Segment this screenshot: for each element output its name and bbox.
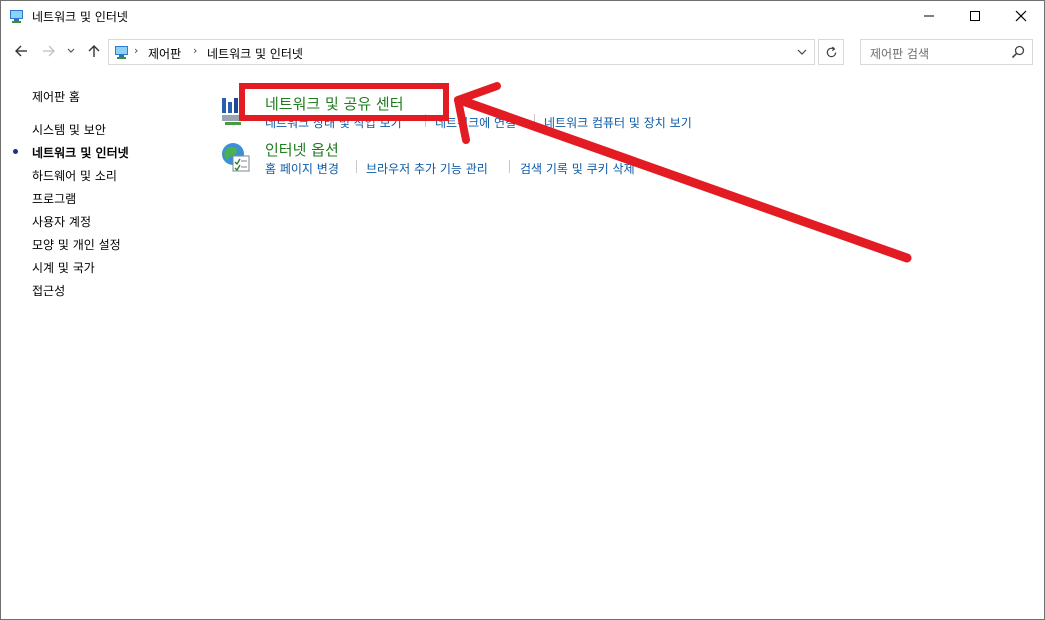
sidebar-item-user-accounts[interactable]: 사용자 계정 bbox=[32, 213, 91, 230]
navigation-bar: › 제어판 › 네트워크 및 인터넷 제어판 검색 bbox=[1, 35, 1044, 67]
sidebar-item-network-internet[interactable]: 네트워크 및 인터넷 bbox=[32, 144, 129, 161]
control-panel-window: 네트워크 및 인터넷 › 제어판 › 네트워크 및 인터넷 제어판 검색 제어판… bbox=[0, 0, 1045, 620]
breadcrumb-network-internet[interactable]: 네트워크 및 인터넷 bbox=[207, 45, 303, 62]
internet-options-icon[interactable] bbox=[219, 140, 253, 174]
address-bar[interactable]: › 제어판 › 네트워크 및 인터넷 bbox=[108, 39, 815, 65]
chevron-down-icon bbox=[67, 48, 75, 53]
maximize-icon bbox=[970, 11, 980, 21]
category-title-internet-options[interactable]: 인터넷 옵션 bbox=[265, 139, 339, 160]
forward-button[interactable] bbox=[40, 42, 58, 60]
close-icon bbox=[1015, 10, 1027, 22]
window-title: 네트워크 및 인터넷 bbox=[32, 10, 128, 24]
chevron-down-icon bbox=[797, 49, 807, 55]
annotation-highlight-box bbox=[239, 83, 449, 121]
close-button[interactable] bbox=[998, 1, 1044, 31]
sidebar-item-ease-of-access[interactable]: 접근성 bbox=[32, 282, 65, 299]
sidebar-item-control-panel-home[interactable]: 제어판 홈 bbox=[32, 88, 80, 105]
search-icon[interactable] bbox=[1011, 45, 1025, 59]
sidebar-item-system-security[interactable]: 시스템 및 보안 bbox=[32, 121, 106, 138]
arrow-right-icon bbox=[43, 45, 55, 57]
sidebar-item-appearance[interactable]: 모양 및 개인 설정 bbox=[32, 236, 121, 253]
sidebar-item-programs[interactable]: 프로그램 bbox=[32, 190, 76, 207]
maximize-button[interactable] bbox=[952, 1, 998, 31]
link-divider bbox=[534, 114, 535, 127]
sidebar-item-hardware-sound[interactable]: 하드웨어 및 소리 bbox=[32, 167, 117, 184]
refresh-icon bbox=[826, 46, 836, 57]
network-folder-icon bbox=[115, 46, 128, 59]
link-view-network-computers[interactable]: 네트워크 컴퓨터 및 장치 보기 bbox=[544, 114, 692, 131]
link-delete-browsing-history[interactable]: 검색 기록 및 쿠키 삭제 bbox=[520, 160, 635, 177]
back-button[interactable] bbox=[12, 42, 30, 60]
link-manage-addons[interactable]: 브라우저 추가 기능 관리 bbox=[366, 160, 488, 177]
chevron-right-icon: › bbox=[193, 44, 198, 57]
up-button[interactable] bbox=[85, 42, 103, 60]
refresh-button[interactable] bbox=[818, 39, 844, 65]
arrow-left-icon bbox=[15, 45, 27, 57]
link-change-homepage[interactable]: 홈 페이지 변경 bbox=[265, 160, 339, 177]
title-bar: 네트워크 및 인터넷 bbox=[1, 1, 1044, 31]
sidebar-item-clock-region[interactable]: 시계 및 국가 bbox=[32, 259, 95, 276]
search-input[interactable]: 제어판 검색 bbox=[870, 45, 929, 62]
address-dropdown-button[interactable] bbox=[793, 44, 811, 60]
arrow-up-icon bbox=[88, 45, 100, 57]
search-box[interactable]: 제어판 검색 bbox=[860, 39, 1033, 65]
link-divider bbox=[509, 160, 510, 173]
network-folder-icon bbox=[10, 10, 23, 23]
link-divider bbox=[356, 160, 357, 173]
chevron-right-icon: › bbox=[134, 44, 139, 57]
minimize-icon bbox=[924, 15, 934, 17]
recent-locations-button[interactable] bbox=[65, 42, 77, 60]
minimize-button[interactable] bbox=[906, 1, 952, 31]
active-bullet bbox=[13, 149, 18, 154]
breadcrumb-control-panel[interactable]: 제어판 bbox=[148, 45, 181, 62]
